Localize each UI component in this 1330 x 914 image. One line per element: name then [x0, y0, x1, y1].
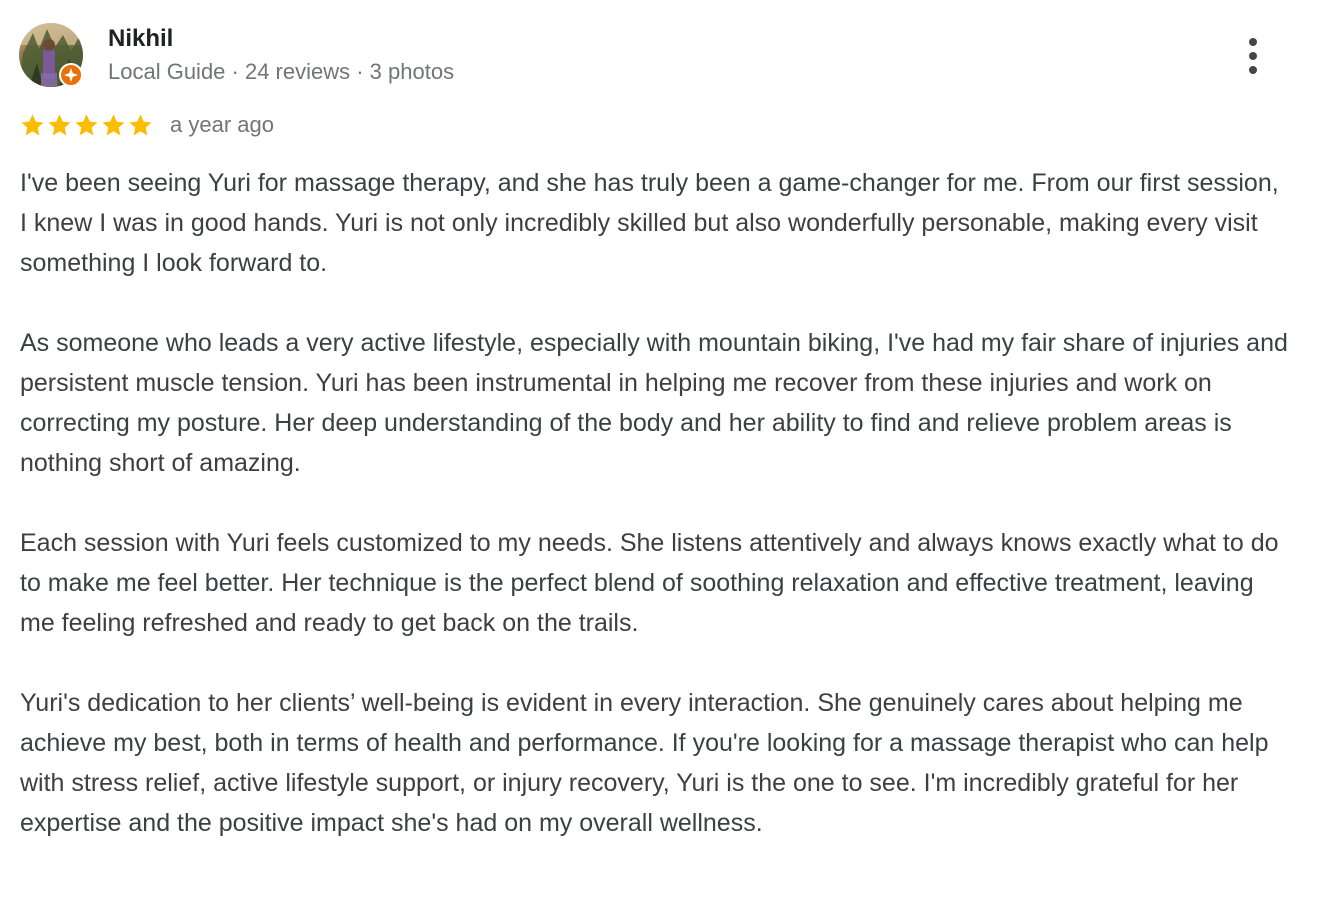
star-filled-icon: [129, 113, 152, 135]
more-vert-icon-dot: [1249, 52, 1257, 60]
review-card: Nikhil Local Guide · 24 reviews · 3 phot…: [0, 0, 1330, 914]
review-date: a year ago: [170, 112, 274, 137]
more-options-button[interactable]: [1234, 34, 1274, 78]
star-filled-icon: [102, 113, 125, 135]
more-vert-icon-dot: [1249, 66, 1257, 74]
star-filled-icon: [21, 113, 44, 135]
review-paragraph: Each session with Yuri feels customized …: [20, 529, 1279, 637]
author-meta[interactable]: Local Guide · 24 reviews · 3 photos: [108, 58, 454, 86]
more-vert-icon: [1249, 38, 1257, 46]
star-rating: [19, 112, 154, 139]
rating-row: a year ago: [19, 108, 274, 142]
star-filled-icon: [75, 113, 98, 135]
review-text: I've been seeing Yuri for massage therap…: [20, 163, 1290, 883]
local-guide-badge-icon: [59, 63, 83, 87]
review-paragraph: Yuri's dedication to her clients’ well-b…: [20, 689, 1269, 837]
star-filled-icon: [48, 113, 71, 135]
author-name[interactable]: Nikhil: [108, 24, 173, 54]
review-paragraph: As someone who leads a very active lifes…: [20, 329, 1288, 477]
review-paragraph: I've been seeing Yuri for massage therap…: [20, 169, 1279, 277]
avatar[interactable]: [19, 23, 83, 87]
